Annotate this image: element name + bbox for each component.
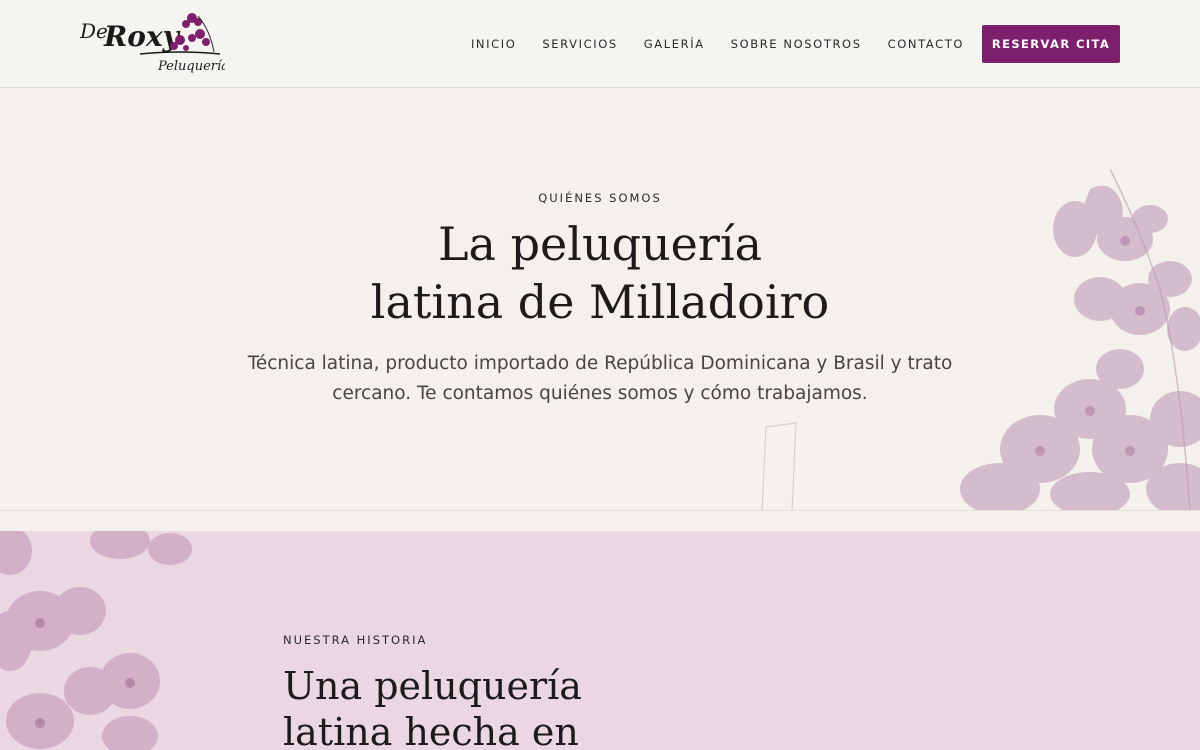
hero-title-line1: La peluquería: [437, 217, 763, 271]
section-divider: [0, 511, 1200, 531]
nav-inicio[interactable]: INICIO: [471, 37, 516, 51]
logo-link[interactable]: De Roxy Peluquería: [80, 10, 225, 76]
nav-contacto[interactable]: CONTACTO: [888, 37, 964, 51]
story-title-line2: latina hecha en: [283, 710, 579, 750]
hero-section: QUIÉNES SOMOS La peluquería latina de Mi…: [0, 89, 1200, 511]
story-title-line1: Una peluquería: [283, 664, 582, 708]
logo-peluqueria: Peluquería: [157, 59, 225, 74]
hero-eyebrow: QUIÉNES SOMOS: [538, 191, 662, 205]
hero-title: La peluquería latina de Milladoiro: [0, 215, 1200, 331]
salon-stand-icon: [761, 422, 797, 510]
logo-roxy: Roxy: [103, 20, 181, 53]
reservar-cita-button[interactable]: RESERVAR CITA: [982, 25, 1120, 63]
hero-title-line2: latina de Milladoiro: [370, 275, 830, 329]
site-header: De Roxy Peluquería INICIO SERVICIOS GALE…: [0, 0, 1200, 88]
logo-orchid-icon: De Roxy Peluquería: [80, 13, 225, 74]
hero-subtitle-line2: cercano. Te contamos quiénes somos y cóm…: [332, 383, 868, 404]
hero-subtitle: Técnica latina, producto importado de Re…: [230, 349, 970, 409]
hero-subtitle-line1: Técnica latina, producto importado de Re…: [247, 353, 953, 374]
story-eyebrow: NUESTRA HISTORIA: [283, 633, 428, 647]
nav-galeria[interactable]: GALERÍA: [644, 37, 705, 51]
orchid-flowers-icon: [0, 531, 192, 750]
story-title: Una peluquería latina hecha en: [283, 663, 703, 750]
nav-servicios[interactable]: SERVICIOS: [542, 37, 617, 51]
story-section: NUESTRA HISTORIA Una peluquería latina h…: [0, 531, 1200, 750]
main-nav: INICIO SERVICIOS GALERÍA SOBRE NOSOTROS …: [471, 0, 964, 88]
nav-sobre-nosotros[interactable]: SOBRE NOSOTROS: [731, 37, 862, 51]
